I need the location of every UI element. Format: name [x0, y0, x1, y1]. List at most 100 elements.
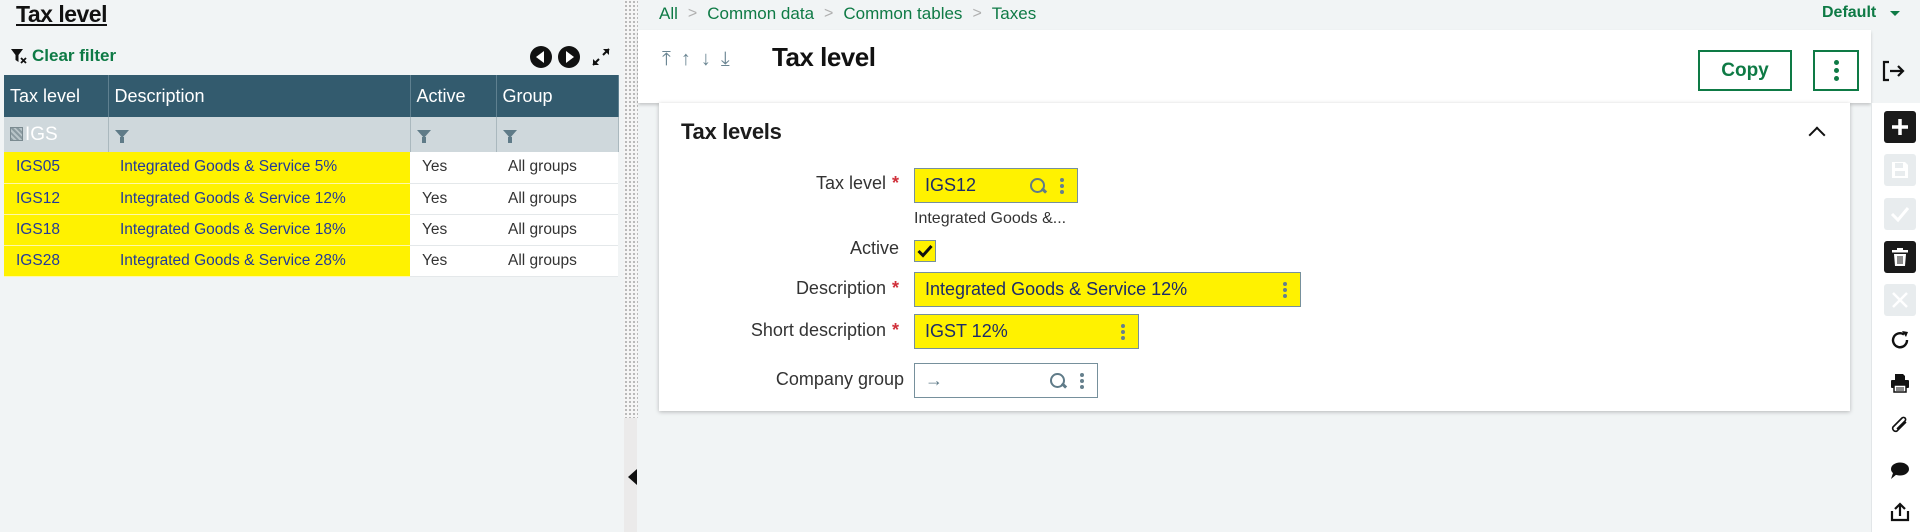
chevron-up-icon[interactable] [1808, 126, 1826, 144]
list-icon [10, 126, 23, 141]
company-group-label: Company group [775, 369, 904, 389]
field-menu-icon[interactable] [1116, 323, 1130, 340]
attachments-button[interactable] [1884, 410, 1916, 442]
cell-description[interactable]: Integrated Goods & Service 5% [108, 152, 410, 184]
default-dropdown[interactable]: Default [1822, 4, 1901, 22]
last-record-icon[interactable]: ⤓ [721, 48, 730, 71]
column-header-active[interactable]: Active [410, 75, 497, 117]
caret-down-icon [1890, 10, 1901, 16]
export-icon [1890, 502, 1910, 522]
short-description-field[interactable]: IGST 12% [914, 314, 1139, 349]
comments-button[interactable] [1884, 454, 1916, 486]
column-header-tax-level[interactable]: Tax level [4, 75, 109, 117]
cancel-button[interactable] [1884, 284, 1916, 316]
company-group-field[interactable]: → [914, 363, 1098, 398]
cell-active: Yes [410, 152, 496, 184]
breadcrumb-common-tables[interactable]: Common tables [843, 4, 962, 24]
short-description-value[interactable]: IGST 12% [925, 321, 1116, 342]
left-panel-title[interactable]: Tax level [16, 1, 107, 28]
table-row[interactable]: IGS05 Integrated Goods & Service 5% Yes … [4, 152, 618, 184]
checkmark-icon [917, 244, 933, 258]
required-icon: * [891, 173, 899, 193]
collapse-left-icon[interactable] [628, 469, 637, 485]
filter-tax-level[interactable]: IGS [4, 117, 109, 152]
field-menu-icon[interactable] [1278, 281, 1292, 298]
plus-icon [1892, 119, 1908, 135]
filter-description[interactable] [108, 117, 411, 152]
save-icon [1892, 162, 1908, 178]
cell-group: All groups [496, 214, 618, 246]
print-button[interactable] [1884, 367, 1916, 399]
grid-header-row: Tax level Description Active Group [4, 75, 619, 117]
clear-filter-button[interactable]: Clear filter [10, 46, 116, 66]
next-page-icon[interactable] [558, 46, 580, 68]
tax-level-field[interactable]: IGS12 [914, 168, 1078, 203]
export-button[interactable] [1884, 496, 1916, 528]
description-value[interactable]: Integrated Goods & Service 12% [925, 279, 1278, 300]
trash-icon [1892, 248, 1908, 266]
table-row[interactable]: IGS28 Integrated Goods & Service 28% Yes… [4, 245, 618, 277]
cell-description[interactable]: Integrated Goods & Service 18% [108, 214, 410, 246]
previous-record-icon[interactable]: ↑ [681, 48, 691, 71]
column-header-group[interactable]: Group [496, 75, 619, 117]
more-actions-button[interactable] [1813, 50, 1859, 91]
default-label: Default [1822, 4, 1877, 21]
short-description-label: Short description * [750, 320, 899, 340]
breadcrumb-taxes[interactable]: Taxes [992, 4, 1036, 24]
previous-page-icon[interactable] [530, 46, 552, 68]
field-menu-icon[interactable] [1075, 372, 1089, 389]
first-record-icon[interactable]: ⤒ [662, 48, 671, 71]
field-menu-icon[interactable] [1055, 177, 1069, 194]
filter-tax-level-value: IGS [25, 123, 58, 145]
breadcrumb-all[interactable]: All [659, 4, 678, 24]
validate-button[interactable] [1884, 198, 1916, 230]
refresh-icon [1891, 331, 1909, 349]
cell-tax-level[interactable]: IGS28 [4, 245, 108, 277]
copy-button[interactable]: Copy [1698, 50, 1792, 91]
filter-group[interactable] [496, 117, 619, 152]
cell-tax-level[interactable]: IGS05 [4, 152, 108, 184]
tax-level-value[interactable]: IGS12 [925, 175, 1029, 196]
breadcrumb: All > Common data > Common tables > Taxe… [659, 4, 1036, 24]
filter-icon [416, 129, 431, 143]
column-header-description[interactable]: Description [108, 75, 411, 117]
page-header: ⤒ ↑ ↓ ⤓ Tax level Copy [638, 30, 1905, 103]
cell-description[interactable]: Integrated Goods & Service 28% [108, 245, 410, 277]
breadcrumb-separator-icon: > [687, 5, 698, 22]
exit-icon[interactable] [1882, 60, 1906, 82]
description-field[interactable]: Integrated Goods & Service 12% [914, 272, 1301, 307]
active-checkbox[interactable] [914, 240, 936, 262]
grid-nav-controls [530, 46, 612, 68]
tax-level-grid: Tax level Description Active Group IGS I… [4, 75, 619, 277]
section-title: Tax levels [681, 119, 782, 144]
cell-group: All groups [496, 152, 618, 184]
paperclip-icon [1891, 416, 1907, 433]
breadcrumb-common-data[interactable]: Common data [707, 4, 814, 24]
left-panel: Tax level Clear filter Tax level Descrip… [0, 0, 624, 532]
tax-level-label: Tax level * [815, 173, 899, 193]
delete-button[interactable] [1884, 241, 1916, 273]
next-record-icon[interactable]: ↓ [701, 48, 711, 71]
expand-icon[interactable] [590, 46, 612, 68]
arrow-right-icon[interactable]: → [925, 370, 1049, 391]
action-sidebar [1871, 103, 1920, 532]
filter-active[interactable] [410, 117, 497, 152]
cell-group: All groups [496, 245, 618, 277]
tax-level-description-hint: Integrated Goods &... [914, 210, 1067, 227]
save-button[interactable] [1884, 154, 1916, 186]
refresh-button[interactable] [1884, 324, 1916, 356]
panel-splitter[interactable] [624, 0, 638, 418]
search-icon[interactable] [1049, 372, 1067, 390]
cell-active: Yes [410, 183, 496, 215]
close-icon [1892, 292, 1908, 308]
cell-tax-level[interactable]: IGS12 [4, 183, 108, 215]
table-row[interactable]: IGS12 Integrated Goods & Service 12% Yes… [4, 183, 618, 215]
create-button[interactable] [1884, 111, 1916, 143]
filter-icon [502, 129, 517, 143]
cell-description[interactable]: Integrated Goods & Service 12% [108, 183, 410, 215]
table-row[interactable]: IGS18 Integrated Goods & Service 18% Yes… [4, 214, 618, 246]
cell-tax-level[interactable]: IGS18 [4, 214, 108, 246]
required-icon: * [891, 278, 899, 298]
search-icon[interactable] [1029, 177, 1047, 195]
cell-active: Yes [410, 245, 496, 277]
